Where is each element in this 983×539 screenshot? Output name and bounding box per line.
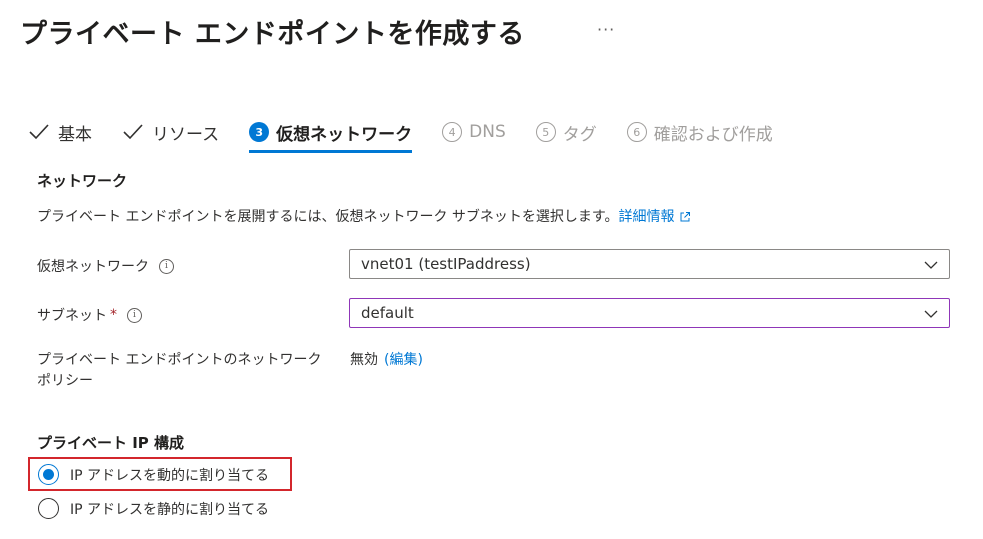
tab-label: 仮想ネットワーク	[276, 124, 413, 145]
tab-review-create[interactable]: 6 確認および作成	[626, 117, 773, 147]
tab-label: リソース	[152, 124, 220, 145]
tab-label: 基本	[58, 124, 92, 145]
vnet-value: vnet01 (testIPaddress)	[361, 255, 531, 273]
info-icon[interactable]: i	[159, 258, 174, 274]
vnet-label-row: 仮想ネットワーク i	[37, 256, 174, 276]
step-number-badge: 6	[626, 122, 647, 142]
radio-button[interactable]	[38, 464, 59, 485]
tab-dns[interactable]: 4 DNS	[442, 117, 506, 147]
tab-virtual-network[interactable]: 3 仮想ネットワーク	[249, 117, 413, 153]
radio-label: IP アドレスを動的に割り当てる	[70, 467, 270, 484]
description-text: プライベート エンドポイントを展開するには、仮想ネットワーク サブネットを選択し…	[37, 209, 619, 225]
tab-label: 確認および作成	[653, 124, 773, 145]
learn-more-label: 詳細情報	[618, 209, 675, 225]
tab-basics[interactable]: 基本	[28, 117, 92, 147]
edit-policy-link[interactable]: (編集)	[384, 352, 423, 368]
info-icon[interactable]: i	[127, 307, 142, 323]
required-marker: *	[110, 307, 117, 323]
page-title: プライベート エンドポイントを作成する	[20, 19, 525, 50]
radio-static-ip[interactable]: IP アドレスを静的に割り当てる	[38, 498, 269, 519]
radio-button[interactable]	[38, 498, 59, 519]
subnet-label-row: サブネット * i	[37, 305, 142, 325]
tab-resource[interactable]: リソース	[122, 117, 219, 147]
ip-config-heading: プライベート IP 構成	[37, 434, 185, 452]
network-policy-value-row: 無効 (編集)	[350, 349, 423, 369]
wizard-tabs: 基本 リソース 3 仮想ネットワーク 4 DNS 5 タグ 6 確認および作成	[28, 117, 803, 157]
tab-label: DNS	[469, 122, 506, 142]
more-options-button[interactable]: ···	[597, 20, 615, 39]
radio-label: IP アドレスを静的に割り当てる	[70, 501, 270, 518]
radio-selected-dot	[43, 469, 54, 480]
chevron-down-icon	[924, 261, 938, 269]
subnet-dropdown[interactable]: default	[349, 298, 950, 328]
chevron-down-icon	[924, 310, 938, 318]
tab-label: タグ	[562, 124, 597, 145]
network-policy-label: プライベート エンドポイントのネットワーク ポリシー	[37, 352, 322, 389]
vnet-label: 仮想ネットワーク	[37, 259, 149, 275]
network-description: プライベート エンドポイントを展開するには、仮想ネットワーク サブネットを選択し…	[37, 206, 691, 226]
network-policy-value: 無効	[350, 352, 378, 368]
checkmark-icon	[29, 124, 49, 140]
step-number-badge: 3	[249, 122, 270, 142]
tab-tags[interactable]: 5 タグ	[535, 117, 597, 147]
vnet-dropdown[interactable]: vnet01 (testIPaddress)	[349, 249, 950, 279]
subnet-value: default	[361, 304, 414, 322]
external-link-icon	[680, 212, 690, 222]
step-number-badge: 5	[535, 122, 556, 142]
subnet-label: サブネット	[37, 308, 107, 324]
checkmark-icon	[123, 124, 143, 140]
radio-dynamic-ip[interactable]: IP アドレスを動的に割り当てる	[38, 464, 269, 485]
network-section-heading: ネットワーク	[37, 172, 128, 190]
learn-more-link[interactable]: 詳細情報	[619, 209, 691, 225]
step-number-badge: 4	[442, 122, 463, 142]
